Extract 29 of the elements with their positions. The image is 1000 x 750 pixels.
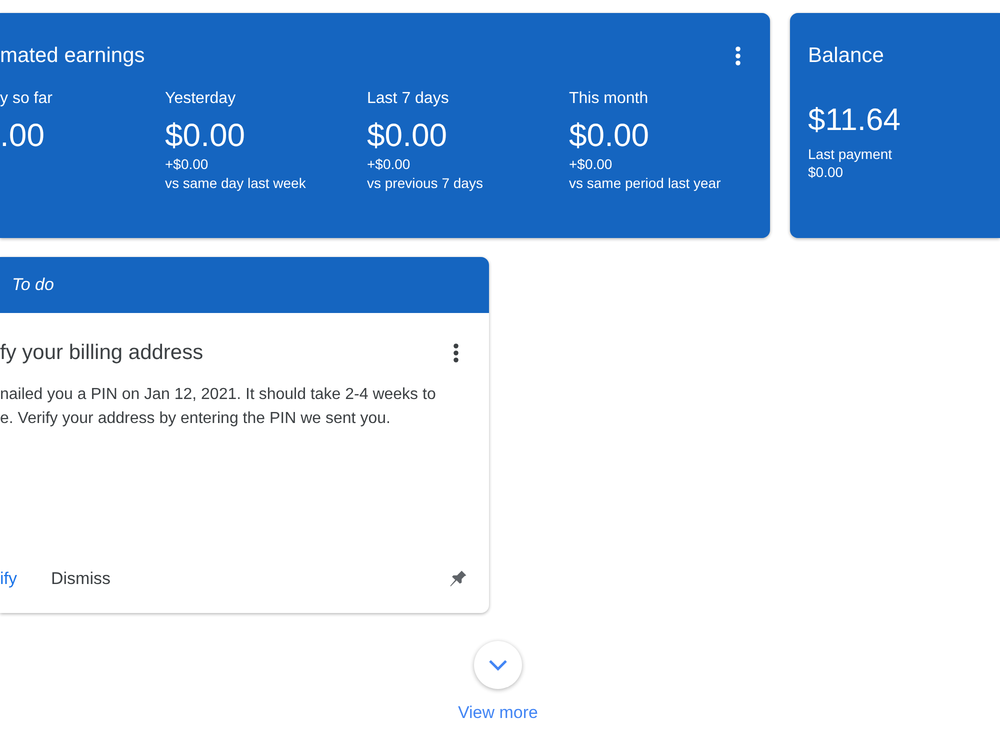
- period-label: This month: [569, 89, 650, 109]
- last-payment-label: Last payment: [808, 145, 894, 163]
- amount: .00: [0, 116, 46, 155]
- expand-button[interactable]: [474, 641, 522, 689]
- amount: $0.00: [165, 116, 246, 155]
- comparison-text: vs same day last week: [165, 174, 307, 193]
- comparison-text: vs same period last year: [569, 174, 722, 193]
- message-text: nailed you a PIN on Jan 12, 2021. It should take 2-4 weeks to e. Verify your address by entering the PIN we sent you.: [0, 385, 437, 429]
- card-title: mated earnings: [0, 43, 145, 69]
- period-label: Yesterday: [165, 89, 237, 109]
- card-title: fy your billing address: [0, 341, 204, 365]
- more-options-icon[interactable]: [453, 343, 459, 363]
- dismiss-button[interactable]: Dismiss: [51, 565, 110, 593]
- card-header: To do: [0, 257, 489, 313]
- chevron-down-icon: [488, 659, 508, 671]
- verify-link[interactable]: ify: [0, 565, 17, 593]
- period-label: Last 7 days: [367, 89, 450, 109]
- change-amount: +$0.00: [367, 155, 412, 174]
- period-label: y so far: [0, 89, 54, 109]
- amount: $0.00: [569, 116, 650, 155]
- comparison-text: vs previous 7 days: [367, 174, 484, 193]
- more-options-icon[interactable]: [735, 46, 741, 66]
- change-amount: +$0.00: [569, 155, 614, 174]
- change-amount: +$0.00: [165, 155, 210, 174]
- balance-amount: $11.64: [808, 101, 902, 139]
- card-title: Balance: [808, 43, 885, 69]
- view-more-link[interactable]: View more: [458, 703, 538, 723]
- amount: $0.00: [367, 116, 448, 155]
- last-payment-amount: $0.00: [808, 163, 844, 181]
